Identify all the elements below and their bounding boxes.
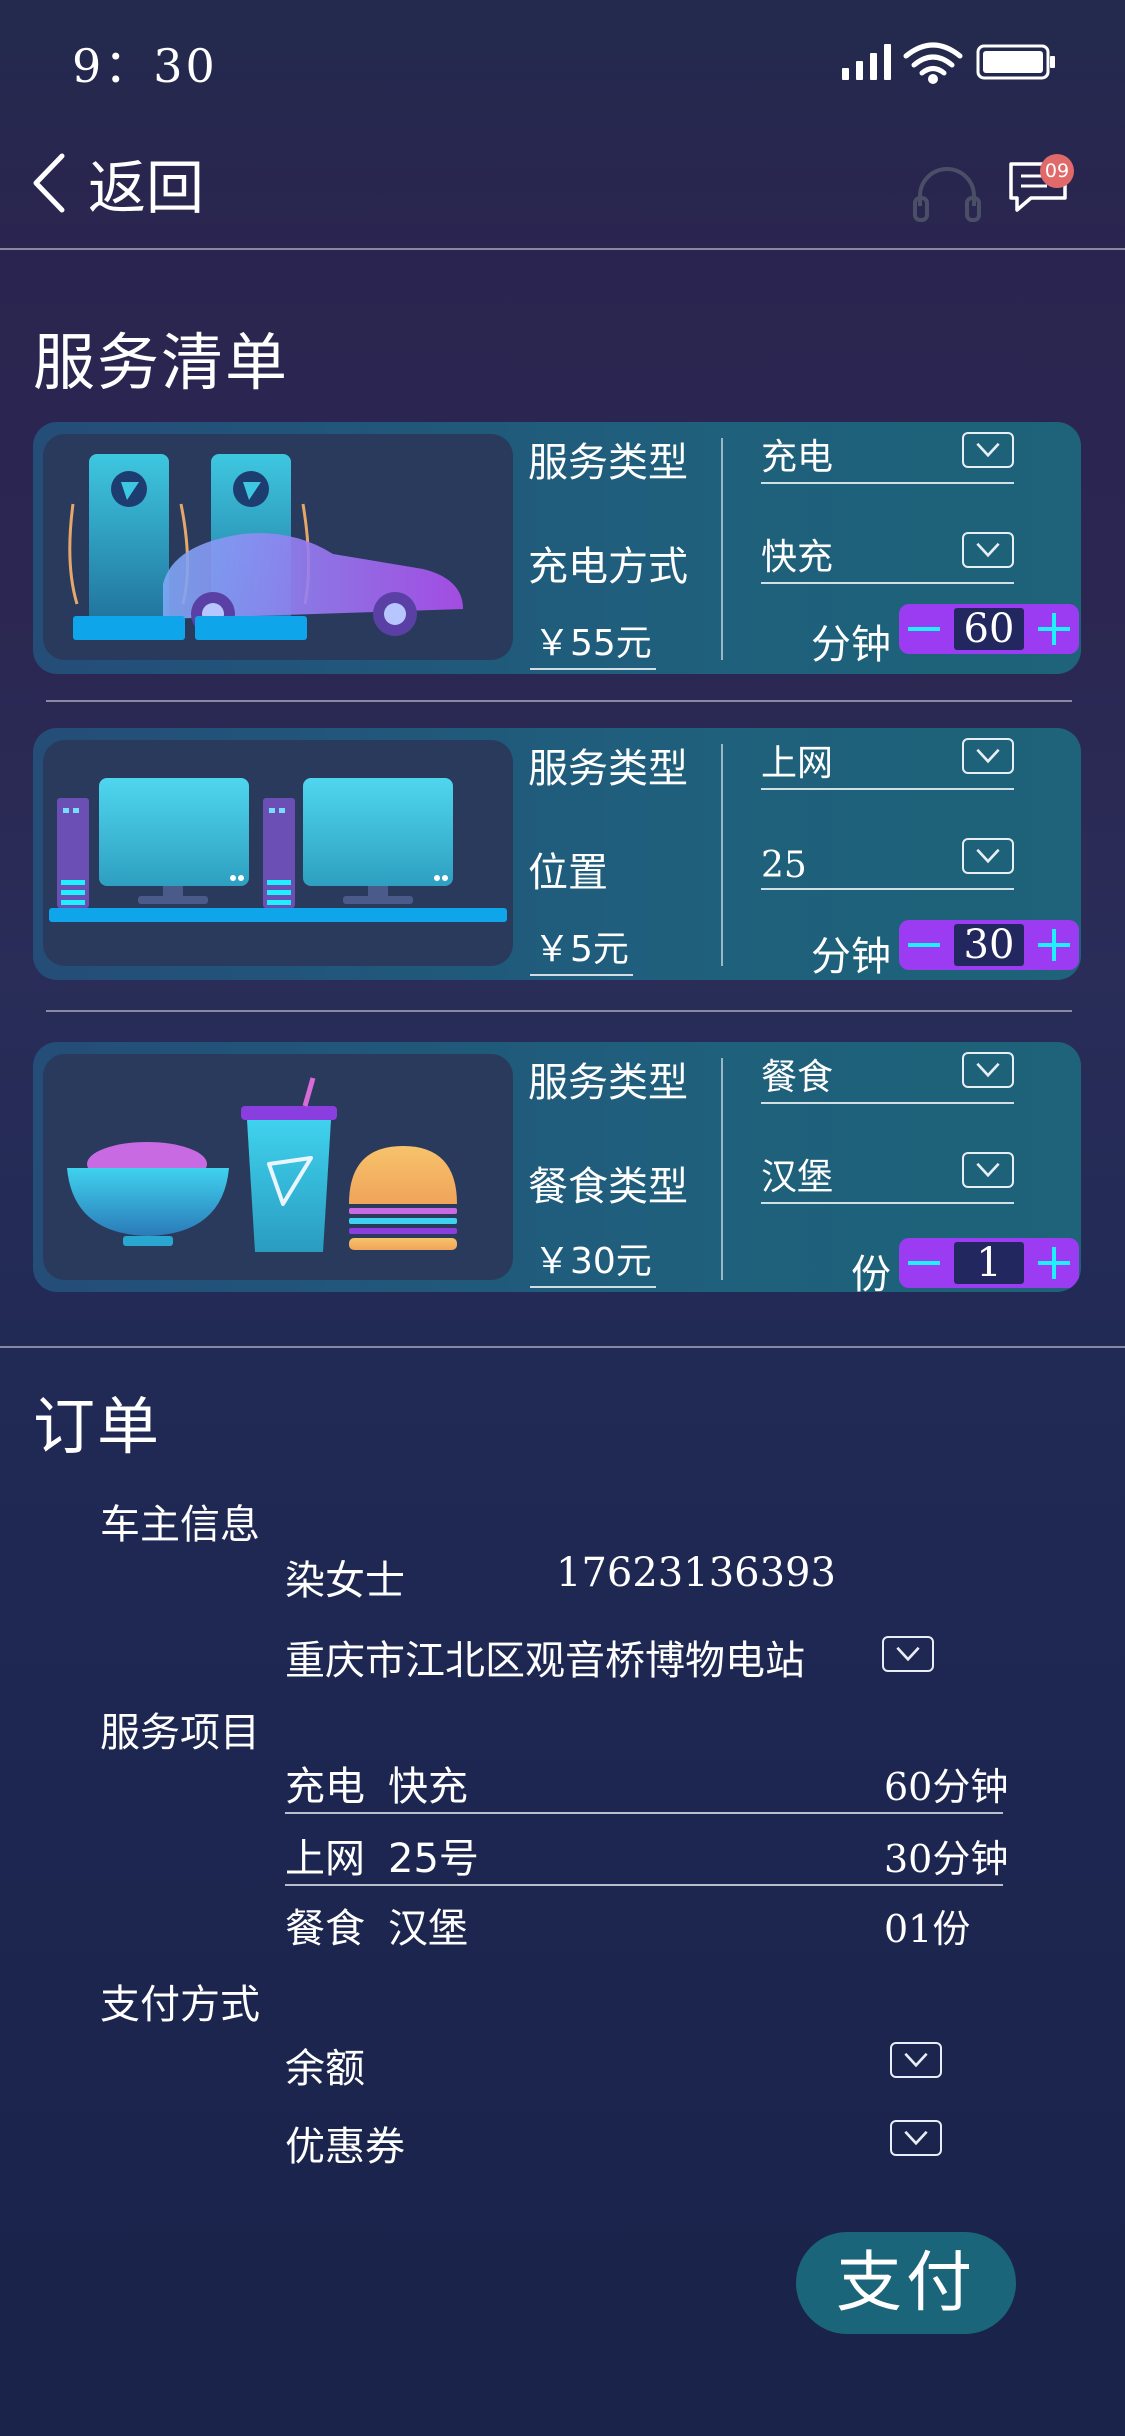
card-divider	[46, 700, 1072, 702]
service-type-label: 服务类型	[528, 746, 688, 792]
pay-button[interactable]: 支付	[796, 2232, 1016, 2334]
food-type-label: 餐食类型	[528, 1164, 688, 1210]
quantity-value[interactable]: 60	[954, 608, 1024, 650]
chevron-down-icon	[962, 838, 1014, 874]
service-type-select[interactable]: 餐食	[761, 1052, 1014, 1104]
coupon-chevron-down-icon[interactable]	[890, 2120, 942, 2156]
internet-cafe-illustration	[43, 740, 513, 966]
service-items-label: 服务项目	[100, 1710, 260, 1756]
order-item-name: 充电	[285, 1764, 365, 1810]
minus-icon[interactable]	[905, 926, 943, 964]
quantity-unit: 分钟	[811, 622, 891, 668]
service-card-internet: 服务类型 位置 上网 25 ￥5元 分钟 30	[33, 728, 1081, 980]
order-item-amount: 30分钟	[884, 1837, 1009, 1881]
back-label: 返回	[88, 154, 205, 222]
price-label: ￥5元	[530, 920, 633, 976]
quantity-unit: 分钟	[811, 934, 891, 980]
balance-chevron-down-icon[interactable]	[890, 2042, 942, 2078]
service-type-value: 充电	[761, 437, 834, 478]
card-separator	[721, 1058, 723, 1280]
owner-name: 染女士	[285, 1558, 405, 1604]
order-title: 订单	[33, 1390, 162, 1463]
quantity-value[interactable]: 30	[954, 924, 1024, 966]
card-divider	[46, 1010, 1072, 1012]
wifi-icon	[903, 42, 963, 84]
section-divider	[0, 1346, 1125, 1348]
chevron-down-icon	[962, 432, 1014, 468]
service-type-label: 服务类型	[528, 440, 688, 486]
quantity-unit: 份	[851, 1252, 891, 1292]
plus-icon[interactable]	[1035, 926, 1073, 964]
service-type-value: 餐食	[761, 1057, 834, 1098]
card-separator	[721, 744, 723, 966]
status-time: 9：30	[72, 39, 218, 93]
card-separator	[721, 438, 723, 660]
owner-info-label: 车主信息	[100, 1502, 260, 1548]
charging-method-select[interactable]: 快充	[761, 532, 1014, 584]
price-label: ￥55元	[530, 614, 656, 670]
order-item-detail: 汉堡	[388, 1906, 468, 1952]
service-type-select[interactable]: 上网	[761, 738, 1014, 790]
payment-option-coupon[interactable]: 优惠券	[285, 2114, 405, 2172]
owner-phone: 17623136393	[556, 1550, 836, 1596]
quantity-stepper[interactable]: 1	[899, 1238, 1079, 1288]
order-item-detail: 快充	[388, 1764, 468, 1810]
chevron-down-icon	[962, 738, 1014, 774]
chevron-down-icon	[962, 1052, 1014, 1088]
food-type-value: 汉堡	[761, 1157, 834, 1198]
signal-icon	[842, 44, 891, 80]
service-card-food: 服务类型 餐食类型 餐食 汉堡 ￥30元 份 1	[33, 1042, 1081, 1292]
minus-icon[interactable]	[905, 610, 943, 648]
service-card-charging: 服务类型 充电方式 充电 快充 ￥55元 分钟 60	[33, 422, 1081, 674]
food-type-select[interactable]: 汉堡	[761, 1152, 1014, 1204]
charging-method-label: 充电方式	[528, 544, 688, 590]
order-row-divider	[285, 1812, 1003, 1814]
back-button[interactable]: 返回	[30, 148, 204, 222]
order-row-divider	[285, 1884, 1003, 1886]
status-icons	[842, 42, 1055, 84]
service-type-select[interactable]: 充电	[761, 432, 1014, 484]
plus-icon[interactable]	[1035, 1244, 1073, 1282]
location-value: 25	[761, 845, 807, 886]
service-list-title: 服务清单	[33, 326, 290, 399]
headset-icon[interactable]	[912, 162, 982, 222]
order-item-name: 上网	[285, 1836, 365, 1882]
owner-address: 重庆市江北区观音桥博物电站	[285, 1638, 805, 1684]
location-label: 位置	[528, 850, 608, 896]
address-dropdown-chevron-down-icon[interactable]	[882, 1636, 934, 1672]
plus-icon[interactable]	[1035, 610, 1073, 648]
chevron-down-icon	[962, 1152, 1014, 1188]
chevron-down-icon	[962, 532, 1014, 568]
order-item-name: 餐食	[285, 1906, 365, 1952]
charging-method-value: 快充	[761, 537, 834, 578]
back-chevron-icon	[33, 153, 65, 213]
food-illustration	[43, 1054, 513, 1280]
location-select[interactable]: 25	[761, 838, 1014, 890]
quantity-value[interactable]: 1	[954, 1242, 1024, 1284]
service-type-label: 服务类型	[528, 1060, 688, 1106]
order-item-amount: 01份	[884, 1907, 971, 1951]
battery-icon	[976, 44, 1055, 80]
payment-option-balance[interactable]: 余额	[285, 2036, 365, 2094]
price-label: ￥30元	[530, 1232, 656, 1288]
charging-station-illustration	[43, 434, 513, 660]
order-item-amount: 60分钟	[884, 1765, 1009, 1809]
service-type-value: 上网	[761, 743, 834, 784]
quantity-stepper[interactable]: 60	[899, 604, 1079, 654]
order-item-detail: 25号	[388, 1836, 479, 1882]
quantity-stepper[interactable]: 30	[899, 920, 1079, 970]
minus-icon[interactable]	[905, 1244, 943, 1282]
notification-badge: 09	[1040, 154, 1074, 188]
payment-method-label: 支付方式	[100, 1982, 260, 2028]
